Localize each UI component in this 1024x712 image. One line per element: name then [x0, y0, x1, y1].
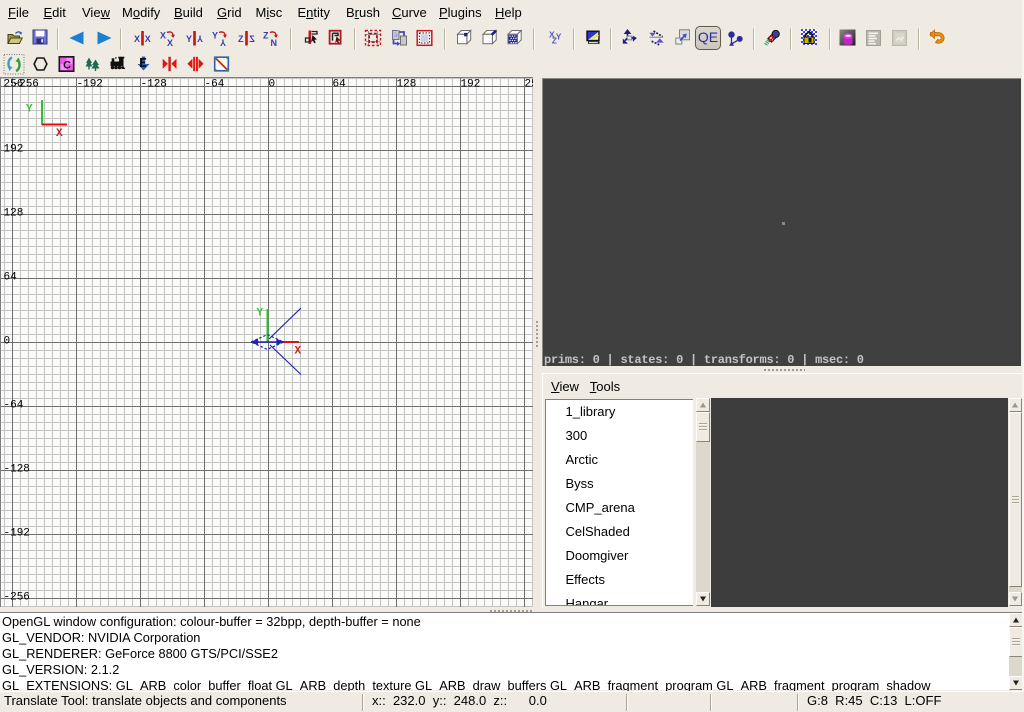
svg-text:-64: -64 — [4, 400, 24, 412]
svg-text:Z: Z — [249, 34, 255, 44]
svg-text:-128: -128 — [4, 464, 30, 476]
svg-text:192: 192 — [4, 144, 24, 156]
svg-text:X: X — [160, 31, 166, 41]
svg-text:Z: Z — [263, 31, 269, 41]
svg-text:0: 0 — [269, 79, 276, 91]
svg-text:X: X — [134, 34, 140, 44]
svg-text:64: 64 — [4, 272, 18, 284]
svg-text:Y: Y — [26, 104, 33, 116]
svg-text:X: X — [167, 38, 173, 48]
svg-text:-192: -192 — [77, 79, 103, 91]
svg-text:X: X — [56, 128, 63, 140]
svg-text:128: 128 — [4, 208, 24, 220]
svg-text:-192: -192 — [4, 528, 30, 540]
svg-text:Y: Y — [220, 38, 226, 48]
svg-text:C: C — [63, 59, 71, 71]
svg-text:Y: Y — [197, 34, 203, 44]
svg-text:X: X — [295, 346, 302, 358]
svg-text:-256: -256 — [13, 79, 39, 91]
svg-text:0: 0 — [4, 336, 11, 348]
svg-text:Y: Y — [186, 34, 192, 44]
svg-text:Y: Y — [257, 308, 264, 320]
svg-text:64: 64 — [333, 79, 347, 91]
svg-text:-256: -256 — [4, 592, 30, 604]
svg-text:X: X — [145, 34, 151, 44]
svg-text:-128: -128 — [141, 79, 167, 91]
svg-text:Z: Z — [238, 34, 244, 44]
svg-text:Z: Z — [552, 36, 557, 46]
svg-text:192: 192 — [461, 79, 481, 91]
svg-text:256: 256 — [525, 79, 534, 91]
svg-text:128: 128 — [397, 79, 417, 91]
svg-text:Y: Y — [212, 31, 218, 41]
svg-text:-64: -64 — [205, 79, 225, 91]
svg-text:N: N — [271, 38, 278, 48]
